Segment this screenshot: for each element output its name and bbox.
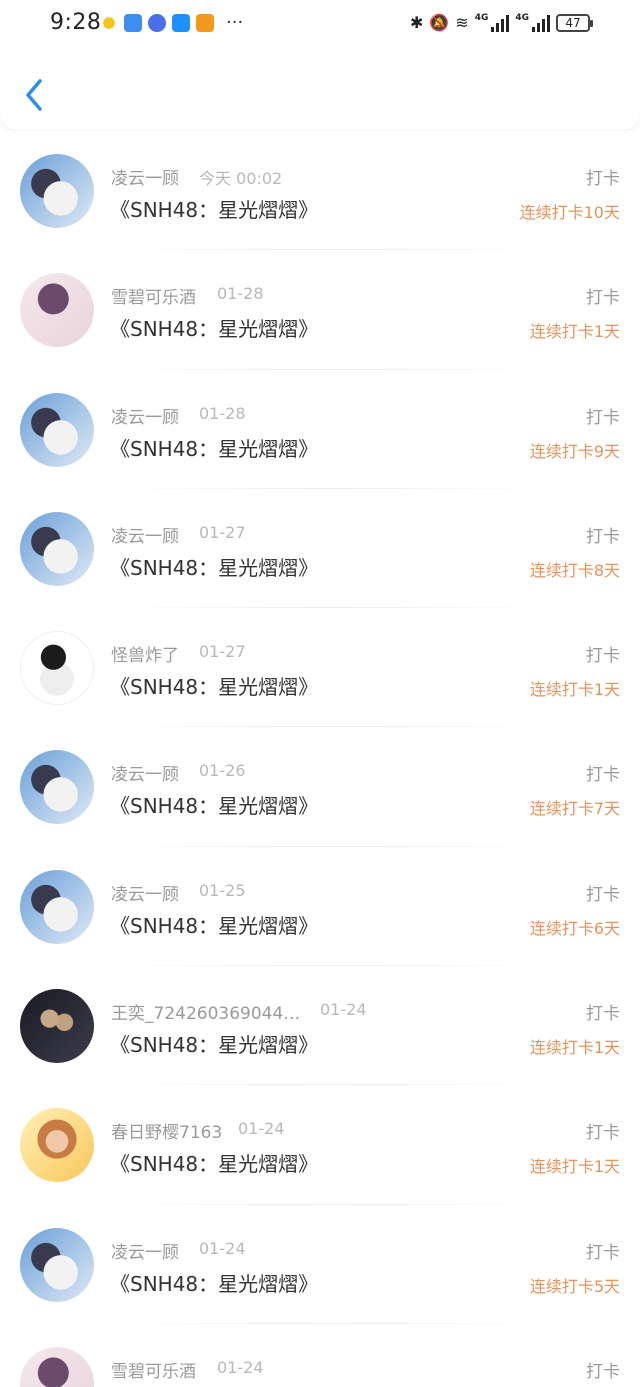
- item-title: 《SNH48：星光熠熠》: [110, 913, 319, 938]
- item-type: 打卡: [586, 1242, 620, 1263]
- avatar[interactable]: [20, 154, 94, 228]
- user-name[interactable]: 雪碧可乐酒: [111, 283, 196, 308]
- list-item[interactable]: 春日野樱7163 01-24 《SNH48：星光熠熠》 打卡 连续打卡1天: [0, 1085, 640, 1205]
- item-type: 打卡: [586, 1123, 620, 1144]
- streak-label: 连续打卡7天: [529, 799, 620, 819]
- item-type: 打卡: [586, 288, 620, 309]
- list-item[interactable]: 雪碧可乐酒 01-28 《SNH48：星光熠熠》 打卡 连续打卡1天: [0, 250, 640, 370]
- user-name[interactable]: 凌云一顾: [111, 880, 179, 905]
- weibo-app-icon: [172, 14, 190, 32]
- user-name[interactable]: 凌云一顾: [111, 522, 179, 547]
- item-title: 《SNH48：星光熠熠》: [110, 1152, 319, 1177]
- streak-label: 连续打卡5天: [529, 1276, 620, 1296]
- post-date: 01-27: [199, 642, 246, 662]
- item-type: 打卡: [586, 1004, 620, 1025]
- avatar[interactable]: [20, 1227, 94, 1302]
- item-title: 《SNH48：星光熠熠》: [110, 794, 319, 819]
- item-title: 《SNH48：星光熠熠》: [110, 1033, 319, 1058]
- avatar[interactable]: [20, 631, 94, 706]
- item-type: 打卡: [586, 169, 620, 189]
- player-app-icon: [196, 14, 214, 32]
- item-type: 打卡: [586, 884, 620, 905]
- user-name[interactable]: 凌云一顾: [111, 1238, 179, 1263]
- post-date: 01-28: [217, 284, 264, 304]
- avatar[interactable]: [20, 869, 94, 944]
- list-item[interactable]: 凌云一顾 今天 00:02 《SNH48：星光熠熠》 打卡 连续打卡10天: [0, 131, 640, 251]
- list-item[interactable]: 凌云一顾 01-28 《SNH48：星光熠熠》 打卡 连续打卡9天: [0, 370, 640, 489]
- item-type: 打卡: [586, 646, 620, 667]
- streak-label: 连续打卡1天: [529, 1038, 620, 1058]
- post-date: 01-26: [199, 761, 246, 781]
- item-type: 打卡: [586, 407, 620, 428]
- list-item[interactable]: 凌云一顾 01-24 《SNH48：星光熠熠》 打卡 连续打卡5天: [0, 1205, 640, 1324]
- app-notification-icon: [100, 14, 118, 32]
- chevron-left-icon[interactable]: [20, 75, 48, 115]
- status-time: 9:28: [50, 10, 102, 35]
- post-date: 01-24: [238, 1119, 285, 1139]
- streak-label: 连续打卡9天: [529, 441, 620, 461]
- user-name[interactable]: 怪兽炸了: [111, 641, 179, 666]
- top-nav-bar: [0, 50, 640, 130]
- network-type-2: 4G: [515, 13, 529, 23]
- streak-label: 连续打卡6天: [529, 918, 620, 938]
- status-indicators: ✱ 🔕 ≋ 4G 4G 47: [409, 13, 593, 32]
- avatar[interactable]: [20, 1108, 94, 1183]
- post-date: 01-28: [199, 403, 246, 423]
- wifi-icon: ≋: [455, 13, 469, 32]
- list-item[interactable]: 怪兽炸了 01-27 《SNH48：星光熠熠》 打卡 连续打卡1天: [0, 608, 640, 728]
- streak-label: 连续打卡1天: [529, 322, 620, 342]
- streak-label: 连续打卡8天: [529, 560, 620, 580]
- user-name[interactable]: 春日野樱7163: [111, 1118, 222, 1143]
- avatar[interactable]: [20, 989, 94, 1064]
- checkin-list: 凌云一顾 今天 00:02 《SNH48：星光熠熠》 打卡 连续打卡10天 雪碧…: [0, 131, 640, 1387]
- post-date: 01-27: [199, 522, 246, 542]
- post-date: 01-24: [217, 1357, 264, 1377]
- avatar[interactable]: [20, 273, 94, 348]
- avatar[interactable]: [20, 392, 94, 467]
- status-bar: 9:28 ··· ✱ 🔕 ≋ 4G 4G 47: [0, 0, 640, 50]
- user-name[interactable]: 凌云一顾: [111, 164, 179, 189]
- list-item[interactable]: 凌云一顾 01-26 《SNH48：星光熠熠》 打卡 连续打卡7天: [0, 727, 640, 847]
- item-type: 打卡: [586, 1361, 620, 1382]
- status-app-icons: ···: [100, 14, 243, 32]
- item-title: 《SNH48：星光熠熠》: [110, 317, 319, 342]
- post-date: 01-24: [320, 1000, 367, 1020]
- signal-icon: [491, 14, 510, 32]
- post-date: 01-25: [199, 880, 246, 900]
- more-notifications-icon: ···: [226, 12, 244, 33]
- battery-icon: 47: [556, 13, 593, 32]
- item-title: 《SNH48：星光熠熠》: [110, 555, 319, 580]
- video-app-icon: [124, 14, 142, 32]
- item-title: 《SNH48：星光熠熠》: [110, 436, 319, 461]
- streak-label: 连续打卡1天: [529, 1157, 620, 1177]
- item-title: 《SNH48：星光熠熠》: [110, 675, 319, 700]
- user-name[interactable]: 雪碧可乐酒: [111, 1357, 196, 1382]
- list-item[interactable]: 雪碧可乐酒 01-24 打卡: [0, 1324, 640, 1387]
- list-item[interactable]: 王奕_7242603690447... 01-24 《SNH48：星光熠熠》 打…: [0, 966, 640, 1086]
- list-item[interactable]: 凌云一顾 01-25 《SNH48：星光熠熠》 打卡 连续打卡6天: [0, 847, 640, 967]
- streak-label: 连续打卡10天: [519, 203, 620, 222]
- post-date: 今天 00:02: [199, 169, 283, 188]
- user-name[interactable]: 凌云一顾: [111, 760, 179, 785]
- music-app-icon: [148, 14, 166, 32]
- list-item[interactable]: 凌云一顾 01-27 《SNH48：星光熠熠》 打卡 连续打卡8天: [0, 489, 640, 609]
- item-type: 打卡: [586, 526, 620, 547]
- item-type: 打卡: [586, 765, 620, 786]
- network-type-1: 4G: [474, 13, 489, 23]
- avatar[interactable]: [20, 511, 94, 586]
- streak-label: 连续打卡1天: [529, 680, 620, 700]
- signal-icon-2: [532, 14, 550, 32]
- user-name[interactable]: 王奕_7242603690447...: [111, 999, 301, 1024]
- mute-bell-icon: 🔕: [429, 13, 450, 32]
- user-name[interactable]: 凌云一顾: [111, 403, 179, 428]
- bluetooth-icon: ✱: [409, 13, 424, 32]
- item-title: 《SNH48：星光熠熠》: [110, 198, 319, 222]
- avatar[interactable]: [20, 750, 94, 825]
- post-date: 01-24: [199, 1238, 246, 1258]
- avatar[interactable]: [20, 1346, 94, 1387]
- item-title: 《SNH48：星光熠熠》: [110, 1271, 319, 1296]
